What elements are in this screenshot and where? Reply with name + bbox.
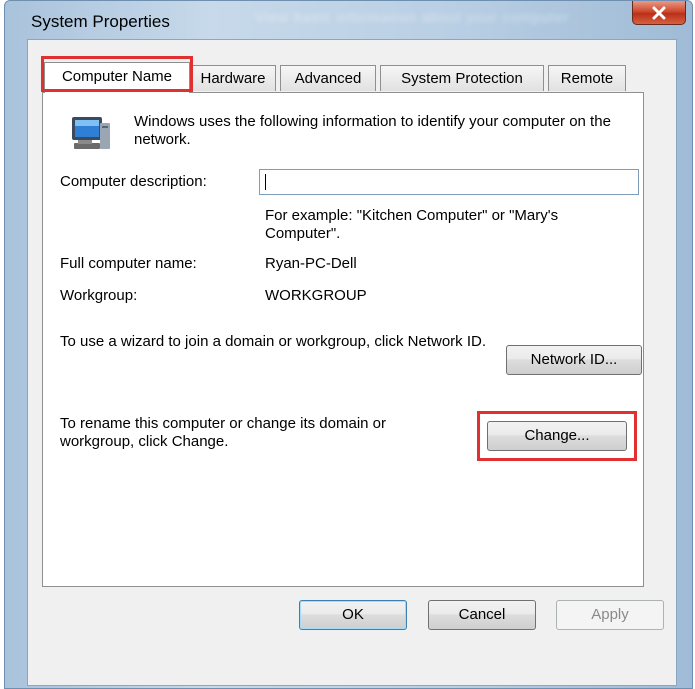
text-caret <box>265 174 266 190</box>
change-button[interactable]: Change... <box>487 421 627 451</box>
intro-text: Windows uses the following information t… <box>134 113 611 148</box>
computer-name-panel: Windows uses the following information t… <box>42 92 644 587</box>
computer-description-label: Computer description: <box>60 173 207 190</box>
tab-strip: Computer Name Hardware Advanced System P… <box>42 62 642 93</box>
background-window-title: View basic information about your comput… <box>255 9 570 25</box>
window-title: System Properties <box>31 12 170 31</box>
cancel-button[interactable]: Cancel <box>428 600 536 630</box>
tab-advanced[interactable]: Advanced <box>280 65 376 91</box>
computer-description-input[interactable] <box>259 169 639 195</box>
computer-network-icon <box>72 117 110 149</box>
full-computer-name-label: Full computer name: <box>60 255 197 272</box>
ok-button[interactable]: OK <box>299 600 407 630</box>
workgroup-label: Workgroup: <box>60 287 138 304</box>
tab-remote[interactable]: Remote <box>548 65 626 91</box>
close-button[interactable] <box>632 1 686 25</box>
close-x-icon <box>652 6 666 19</box>
apply-button[interactable]: Apply <box>556 600 664 630</box>
rename-instructions: To rename this computer or change its do… <box>60 415 386 450</box>
network-id-button[interactable]: Network ID... <box>506 345 642 375</box>
description-example-text: For example: "Kitchen Computer" or "Mary… <box>265 207 559 242</box>
network-id-instructions: To use a wizard to join a domain or work… <box>60 333 487 350</box>
tab-computer-name[interactable]: Computer Name <box>44 62 190 93</box>
system-properties-window: System Properties View basic information… <box>4 0 693 689</box>
title-bar[interactable]: System Properties View basic information… <box>5 1 692 39</box>
dialog-client-area: Computer Name Hardware Advanced System P… <box>27 39 677 686</box>
workgroup-value: WORKGROUP <box>265 287 367 304</box>
full-computer-name-value: Ryan-PC-Dell <box>265 255 357 272</box>
tab-hardware[interactable]: Hardware <box>190 65 276 91</box>
tab-system-protection[interactable]: System Protection <box>380 65 544 91</box>
